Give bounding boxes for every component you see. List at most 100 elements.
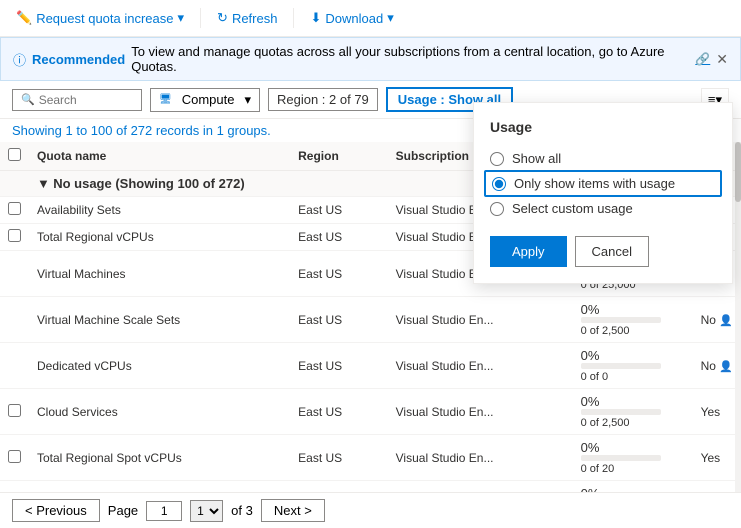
select-all-checkbox[interactable] (8, 148, 21, 161)
showing-text: Showing 1 to 100 of 272 records in 1 gro… (12, 123, 271, 138)
refresh-label: Refresh (232, 11, 278, 26)
region-label: Region : 2 of 79 (277, 92, 369, 107)
compute-icon: 🖥 (159, 94, 172, 105)
region-header[interactable]: Region (290, 142, 388, 171)
usage-dropdown: Usage Show all Only show items with usag… (473, 102, 733, 284)
show-all-label: Show all (512, 151, 561, 166)
chevron-down-icon-3: ▾ (244, 92, 251, 108)
quota-name-5: Cloud Services (29, 389, 290, 435)
info-icon: ⓘ (13, 50, 26, 69)
adjustable-6: Yes (693, 435, 741, 481)
next-label: Next > (274, 503, 312, 518)
edit-icon: ✏️ (16, 10, 32, 26)
adjustable-7: Yes (693, 481, 741, 493)
quota-name-header[interactable]: Quota name (29, 142, 290, 171)
download-icon: ⬇ (310, 10, 321, 26)
refresh-button[interactable]: ↻ Refresh (213, 8, 281, 28)
scrollbar-thumb[interactable] (735, 142, 741, 202)
request-quota-button[interactable]: ✏️ Request quota increase ▾ (12, 8, 188, 28)
search-input[interactable] (39, 93, 129, 107)
quota-name-6: Total Regional Spot vCPUs (29, 435, 290, 481)
quota-name-4: Dedicated vCPUs (29, 343, 290, 389)
info-message: To view and manage quotas across all you… (131, 44, 689, 74)
of-label: of 3 (231, 503, 253, 518)
row-checkbox-5[interactable] (8, 404, 21, 417)
cancel-button[interactable]: Cancel (575, 236, 649, 267)
adjustable-5: Yes (693, 389, 741, 435)
page-input[interactable] (146, 501, 182, 521)
page-label: Page (108, 503, 138, 518)
scrollbar-track[interactable] (735, 142, 741, 492)
table-row: Cloud Services East US Visual Studio En.… (0, 389, 741, 435)
table-row: Dedicated vCPUs East US Visual Studio En… (0, 343, 741, 389)
adjustable-3: No 👤 (693, 297, 741, 343)
compute-dropdown[interactable]: 🖥 Compute ▾ (150, 88, 260, 112)
quota-name-0: Availability Sets (29, 197, 290, 224)
download-button[interactable]: ⬇ Download ▾ (306, 8, 397, 28)
custom-radio[interactable] (490, 202, 504, 216)
next-button[interactable]: Next > (261, 499, 325, 522)
table-row: Basic A Family vCPUs ⓘ East US Visual St… (0, 481, 741, 493)
usage-dropdown-title: Usage (490, 119, 716, 135)
quota-name-1: Total Regional vCPUs (29, 224, 290, 251)
page-select[interactable]: 1 2 3 (190, 500, 223, 522)
azure-quotas-link[interactable]: 🔗 (695, 52, 710, 66)
row-checkbox-6[interactable] (8, 450, 21, 463)
info-close-button[interactable]: ✕ (716, 51, 728, 68)
region-4: East US (290, 343, 388, 389)
region-badge: Region : 2 of 79 (268, 88, 378, 111)
info-bar: ⓘ Recommended To view and manage quotas … (0, 37, 741, 81)
group-label-text: No usage (Showing 100 of 272) (53, 176, 244, 191)
chevron-down-icon-2: ▾ (387, 10, 394, 26)
row-checkbox-0[interactable] (8, 202, 21, 215)
region-7: East US (290, 481, 388, 493)
toolbar: ✏️ Request quota increase ▾ ↻ Refresh ⬇ … (0, 0, 741, 37)
usage-cell-5: 0% 0 of 2,500 (573, 389, 693, 435)
only-usage-radio[interactable] (492, 177, 506, 191)
apply-button[interactable]: Apply (490, 236, 567, 267)
expand-icon[interactable]: ▼ (37, 176, 50, 191)
previous-button[interactable]: < Previous (12, 499, 100, 522)
show-all-radio[interactable] (490, 152, 504, 166)
quota-name-3: Virtual Machine Scale Sets (29, 297, 290, 343)
region-0: East US (290, 197, 388, 224)
subscription-5: Visual Studio En... (388, 389, 573, 435)
subscription-6: Visual Studio En... (388, 435, 573, 481)
previous-label: < Previous (25, 503, 87, 518)
quota-name-2: Virtual Machines (29, 251, 290, 297)
adjustable-4: No 👤 (693, 343, 741, 389)
subscription-4: Visual Studio En... (388, 343, 573, 389)
table-row: Virtual Machine Scale Sets East US Visua… (0, 297, 741, 343)
footer: < Previous Page 1 2 3 of 3 Next > (0, 492, 741, 528)
apply-label: Apply (512, 244, 545, 259)
show-all-option[interactable]: Show all (490, 147, 716, 170)
usage-cell-3: 0% 0 of 2,500 (573, 297, 693, 343)
usage-cell-7: 0% 0 of 20 (573, 481, 693, 493)
only-usage-option[interactable]: Only show items with usage (484, 170, 722, 197)
usage-cell-6: 0% 0 of 20 (573, 435, 693, 481)
download-label: Download (325, 11, 383, 26)
compute-label: Compute (182, 92, 235, 107)
dropdown-actions: Apply Cancel (490, 236, 716, 267)
chevron-down-icon: ▾ (178, 10, 185, 26)
only-usage-label: Only show items with usage (514, 176, 675, 191)
separator-2 (293, 8, 294, 28)
select-all-header[interactable] (0, 142, 29, 171)
row-checkbox-1[interactable] (8, 229, 21, 242)
region-3: East US (290, 297, 388, 343)
search-icon: 🔍 (21, 93, 35, 106)
custom-usage-option[interactable]: Select custom usage (490, 197, 716, 220)
cancel-label: Cancel (592, 244, 632, 259)
subscription-3: Visual Studio En... (388, 297, 573, 343)
region-6: East US (290, 435, 388, 481)
table-row: Total Regional Spot vCPUs East US Visual… (0, 435, 741, 481)
subscription-7: Visual Studio En... (388, 481, 573, 493)
region-5: East US (290, 389, 388, 435)
usage-cell-4: 0% 0 of 0 (573, 343, 693, 389)
region-2: East US (290, 251, 388, 297)
refresh-icon: ↻ (217, 10, 228, 26)
region-1: East US (290, 224, 388, 251)
recommended-label: Recommended (32, 52, 125, 67)
separator-1 (200, 8, 201, 28)
request-quota-label: Request quota increase (36, 11, 173, 26)
